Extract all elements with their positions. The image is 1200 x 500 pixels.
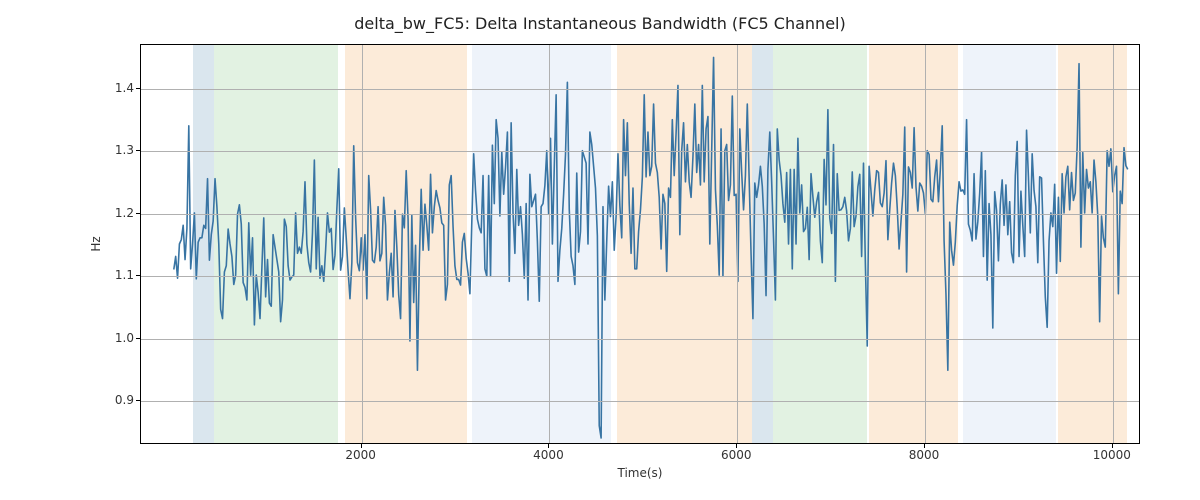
gridline-vertical xyxy=(549,45,550,443)
ytick-mark xyxy=(136,150,140,151)
gridline-vertical xyxy=(1113,45,1114,443)
gridline-vertical xyxy=(925,45,926,443)
gridline-horizontal xyxy=(141,401,1139,402)
gridline-horizontal xyxy=(141,276,1139,277)
xtick-label: 8000 xyxy=(909,448,940,462)
line-delta_bw_FC5 xyxy=(174,57,1128,438)
xtick-label: 6000 xyxy=(721,448,752,462)
ytick-label: 1.3 xyxy=(84,143,134,157)
plot-area xyxy=(140,44,1140,444)
ytick-mark xyxy=(136,400,140,401)
ytick-label: 0.9 xyxy=(84,393,134,407)
gridline-horizontal xyxy=(141,214,1139,215)
ytick-label: 1.2 xyxy=(84,206,134,220)
ytick-mark xyxy=(136,338,140,339)
xtick-label: 2000 xyxy=(345,448,376,462)
ytick-label: 1.1 xyxy=(84,268,134,282)
ytick-mark xyxy=(136,275,140,276)
figure: delta_bw_FC5: Delta Instantaneous Bandwi… xyxy=(0,0,1200,500)
ytick-label: 1.0 xyxy=(84,331,134,345)
ytick-mark xyxy=(136,88,140,89)
y-axis-label: Hz xyxy=(89,236,103,251)
gridline-vertical xyxy=(362,45,363,443)
xtick-label: 4000 xyxy=(533,448,564,462)
chart-title: delta_bw_FC5: Delta Instantaneous Bandwi… xyxy=(0,14,1200,33)
line-series xyxy=(141,45,1139,443)
ytick-label: 1.4 xyxy=(84,81,134,95)
gridline-horizontal xyxy=(141,89,1139,90)
gridline-horizontal xyxy=(141,339,1139,340)
x-axis-label: Time(s) xyxy=(618,466,663,480)
ytick-mark xyxy=(136,213,140,214)
xtick-label: 10000 xyxy=(1093,448,1131,462)
gridline-horizontal xyxy=(141,151,1139,152)
gridline-vertical xyxy=(737,45,738,443)
